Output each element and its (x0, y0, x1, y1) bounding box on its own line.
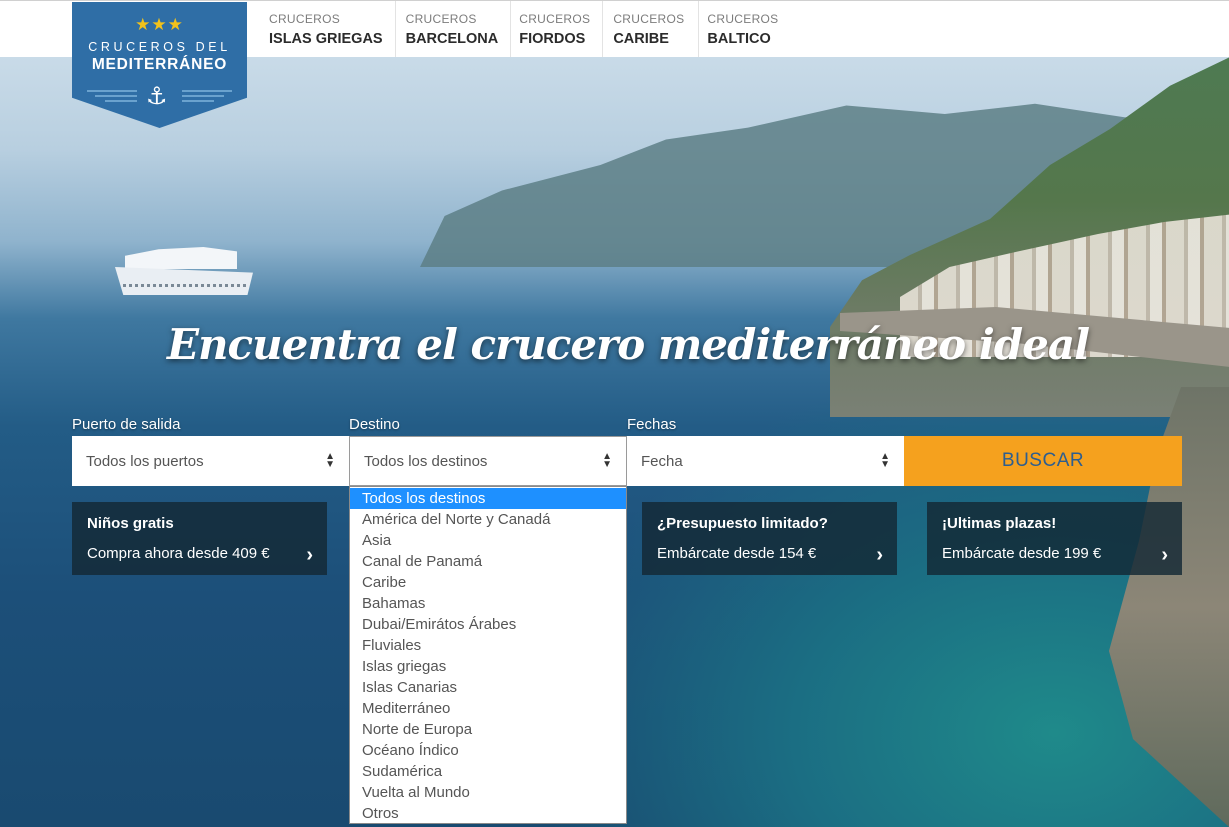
chevron-right-icon: › (306, 544, 313, 566)
dropdown-option[interactable]: Fluviales (350, 635, 626, 656)
anchor-icon: ⚓ (146, 83, 168, 110)
dropdown-option[interactable]: América del Norte y Canadá (350, 509, 626, 530)
nav-kicker: CRUCEROS (519, 12, 591, 26)
nav-label: FIORDOS (519, 31, 586, 47)
dropdown-option[interactable]: Asia (350, 530, 626, 551)
promo-ninos-gratis[interactable]: Niños gratis Compra ahora desde 409 € › (72, 502, 327, 575)
nav-kicker: CRUCEROS (405, 12, 477, 26)
hero-headline: Encuentra el crucero mediterráneo ideal (166, 320, 1090, 369)
date-label: Fechas (627, 416, 677, 433)
dropdown-option[interactable]: Otros (350, 803, 626, 824)
destination-label: Destino (349, 416, 400, 433)
dropdown-option[interactable]: Islas griegas (350, 656, 626, 677)
promo-text: Embárcate desde 199 € (942, 545, 1102, 562)
nav-label: CARIBE (613, 31, 669, 47)
dropdown-option[interactable]: Mediterráneo (350, 698, 626, 719)
nav-item-baltico[interactable]: CRUCEROS BALTICO (699, 1, 790, 57)
port-select[interactable]: Todos los puertos ▲ ▼ (72, 436, 349, 486)
date-select[interactable]: Fecha ▲ ▼ (627, 436, 904, 486)
logo-line-2: MEDITERRÁNEO (91, 56, 228, 73)
promo-ultimas-plazas[interactable]: ¡Ultimas plazas! Embárcate desde 199 € › (927, 502, 1182, 575)
destination-dropdown-list: Todos los destinos América del Norte y C… (349, 486, 627, 824)
logo-line-1: CRUCEROS DEL (88, 40, 231, 54)
sort-arrows-icon: ▲ ▼ (602, 451, 612, 470)
dropdown-option[interactable]: Norte de Europa (350, 719, 626, 740)
promo-title: Niños gratis (87, 515, 174, 532)
search-button[interactable]: BUSCAR (904, 436, 1182, 486)
promo-text: Compra ahora desde 409 € (87, 545, 270, 562)
chevron-right-icon: › (876, 544, 883, 566)
dropdown-option[interactable]: Vuelta al Mundo (350, 782, 626, 803)
nav-label: BARCELONA (405, 31, 499, 47)
nav-kicker: CRUCEROS (613, 12, 685, 26)
cruise-ship-image (115, 230, 255, 295)
promo-title: ¿Presupuesto limitado? (657, 515, 828, 532)
date-select-value: Fecha (641, 452, 683, 470)
dropdown-option[interactable]: Caribe (350, 572, 626, 593)
dropdown-option[interactable]: Islas Canarias (350, 677, 626, 698)
dropdown-option[interactable]: Océano Índico (350, 740, 626, 761)
destination-select[interactable]: Todos los destinos ▲ ▼ (349, 436, 627, 486)
dropdown-option[interactable]: Bahamas (350, 593, 626, 614)
promo-text: Embárcate desde 154 € (657, 545, 817, 562)
sort-arrows-icon: ▲ ▼ (325, 451, 335, 470)
nav-item-islas-griegas[interactable]: CRUCEROS ISLAS GRIEGAS (257, 1, 396, 57)
main-nav: CRUCEROS ISLAS GRIEGAS CRUCEROS BARCELON… (257, 1, 790, 58)
sort-arrows-icon: ▲ ▼ (880, 451, 890, 470)
promo-title: ¡Ultimas plazas! (942, 515, 1057, 532)
dropdown-option[interactable]: Canal de Panamá (350, 551, 626, 572)
dropdown-option[interactable]: Todos los destinos (350, 488, 626, 509)
port-label: Puerto de salida (72, 416, 181, 433)
destination-select-value: Todos los destinos (364, 452, 488, 470)
nav-kicker: CRUCEROS (707, 12, 779, 26)
stars-icon: ★★★ (135, 15, 184, 34)
nav-kicker: CRUCEROS (269, 12, 341, 26)
promo-presupuesto-limitado[interactable]: ¿Presupuesto limitado? Embárcate desde 1… (642, 502, 897, 575)
chevron-right-icon: › (1161, 544, 1168, 566)
nav-label: BALTICO (707, 31, 771, 47)
nav-label: ISLAS GRIEGAS (269, 31, 383, 47)
port-select-value: Todos los puertos (86, 452, 204, 470)
dropdown-option[interactable]: Sudamérica (350, 761, 626, 782)
nav-item-fiordos[interactable]: CRUCEROS FIORDOS (511, 1, 604, 57)
nav-item-barcelona[interactable]: CRUCEROS BARCELONA (396, 1, 512, 57)
dropdown-option[interactable]: Dubai/Emirátos Árabes (350, 614, 626, 635)
nav-item-caribe[interactable]: CRUCEROS CARIBE (603, 1, 700, 57)
